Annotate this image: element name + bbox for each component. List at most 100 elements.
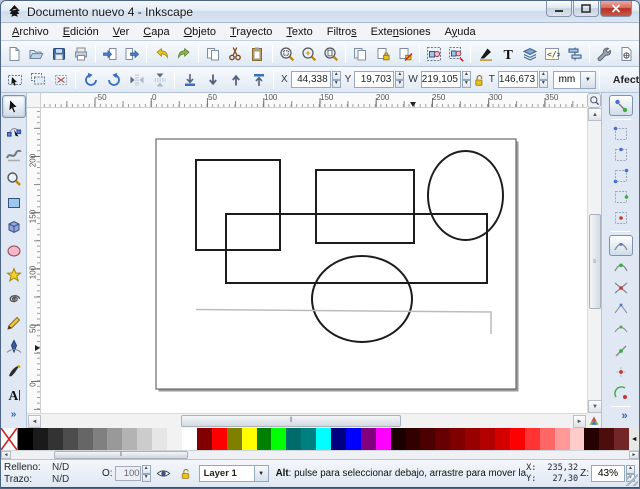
scroll-up-icon[interactable]: ▲ [588, 108, 602, 121]
toolbox-overflow-chevron[interactable]: » [11, 409, 17, 420]
snap-line-midpoints-button[interactable] [609, 340, 633, 361]
layer-lock-icon[interactable] [177, 465, 195, 483]
opacity-spinner[interactable]: ▲▼ [142, 465, 151, 482]
horizontal-ruler[interactable]: -50050100150200250300350 [41, 93, 587, 108]
ellipse-tool-button[interactable] [2, 239, 26, 262]
palette-swatch[interactable] [48, 428, 63, 450]
rotate-cw-button[interactable] [102, 69, 125, 91]
palette-swatch[interactable] [391, 428, 406, 450]
import-button[interactable] [99, 43, 121, 65]
menu-capa[interactable]: Capa [136, 25, 176, 39]
snap-object-centers-button[interactable] [609, 361, 633, 382]
palette-swatch[interactable] [376, 428, 391, 450]
menu-objeto[interactable]: Objeto [177, 25, 223, 39]
group-button[interactable] [423, 43, 445, 65]
sticky-zoom-icon[interactable] [587, 93, 601, 108]
palette-swatch[interactable] [33, 428, 48, 450]
palette-swatch[interactable] [122, 428, 137, 450]
fill-stroke-indicator[interactable]: Relleno:N/D Trazo:N/D [4, 462, 96, 486]
box3d-tool-button[interactable] [2, 215, 26, 238]
snap-smooth-nodes-button[interactable] [609, 319, 633, 340]
rotate-ccw-button[interactable] [79, 69, 102, 91]
rectangle-tool-button[interactable] [2, 191, 26, 214]
menu-texto[interactable]: Texto [279, 25, 319, 39]
menu-archivo[interactable]: Archivo [5, 25, 56, 39]
fill-stroke-dialog-button[interactable] [474, 43, 496, 65]
palette-swatch[interactable] [346, 428, 361, 450]
deselect-button[interactable] [49, 69, 72, 91]
maximize-button[interactable] [573, 1, 599, 17]
palette-swatch[interactable] [331, 428, 346, 450]
palette-swatch[interactable] [212, 428, 227, 450]
horizontal-scrollbar[interactable]: ◄ ⦀ ► [27, 413, 587, 428]
layer-visibility-eye-icon[interactable] [155, 465, 173, 483]
selector-tool-button[interactable] [2, 95, 26, 118]
y-input[interactable] [354, 71, 394, 88]
scroll-right-icon[interactable]: ► [573, 415, 586, 428]
node-tool-button[interactable] [2, 119, 26, 142]
export-button[interactable] [121, 43, 143, 65]
height-spinner[interactable]: ▲▼ [539, 71, 548, 88]
scroll-down-icon[interactable]: ▼ [588, 400, 602, 413]
palette-swatch[interactable] [167, 428, 182, 450]
snap-bbox-centers-button[interactable] [609, 207, 633, 228]
width-input[interactable] [421, 71, 461, 88]
print-button[interactable] [70, 43, 92, 65]
opacity-input[interactable] [115, 466, 141, 481]
snap-path-intersections-button[interactable] [609, 277, 633, 298]
flip-vertical-button[interactable] [148, 69, 171, 91]
vertical-scroll-thumb[interactable]: ≡ [589, 214, 601, 309]
menu-extensiones[interactable]: Extensiones [364, 25, 438, 39]
palette-scrollbar[interactable]: ◄ ⦀ ► [1, 450, 639, 459]
units-dropdown[interactable]: mm ▼ [553, 71, 596, 89]
palette-swatch[interactable] [242, 428, 257, 450]
palette-swatch[interactable] [450, 428, 465, 450]
lock-ratio-icon[interactable] [471, 70, 485, 90]
redo-button[interactable] [173, 43, 195, 65]
snap-nodes-toggle-button[interactable] [609, 235, 633, 256]
snap-bbox-button[interactable] [609, 123, 633, 144]
close-button[interactable] [600, 1, 632, 17]
palette-swatch[interactable] [182, 428, 197, 450]
raise-one-button[interactable] [224, 69, 247, 91]
palette-scroll-thumb[interactable]: ⦀ [54, 451, 188, 459]
undo-button[interactable] [150, 43, 172, 65]
snap-toggle-button[interactable] [609, 95, 633, 116]
snap-bbox-corners-button[interactable] [609, 165, 633, 186]
palette-swatch[interactable] [78, 428, 93, 450]
palette-swatch[interactable] [584, 428, 599, 450]
palette-swatch[interactable] [599, 428, 614, 450]
unlink-clone-button[interactable] [394, 43, 416, 65]
palette-swatch[interactable] [361, 428, 376, 450]
palette-swatch[interactable] [614, 428, 629, 450]
layer-selector[interactable]: Layer 1 ▼ [199, 465, 269, 482]
layer-dropdown-arrow-icon[interactable]: ▼ [255, 465, 269, 482]
vertical-scrollbar[interactable]: ▲ ≡ ▼ [587, 108, 601, 413]
palette-swatch[interactable] [107, 428, 122, 450]
palette-swatch[interactable] [137, 428, 152, 450]
palette-swatch[interactable] [257, 428, 272, 450]
width-spinner[interactable]: ▲▼ [462, 71, 471, 88]
cut-button[interactable] [224, 43, 246, 65]
palette-swatch[interactable] [480, 428, 495, 450]
palette-swatch[interactable] [465, 428, 480, 450]
menu-ver[interactable]: Ver [106, 25, 137, 39]
palette-swatch[interactable] [510, 428, 525, 450]
palette-swatch[interactable] [420, 428, 435, 450]
pencil-tool-button[interactable] [2, 311, 26, 334]
cms-toggle-icon[interactable] [587, 413, 601, 428]
zoom-tool-button[interactable] [2, 167, 26, 190]
layers-dialog-button[interactable] [519, 43, 541, 65]
ungroup-button[interactable] [445, 43, 467, 65]
flip-horizontal-button[interactable] [125, 69, 148, 91]
create-clone-button[interactable] [372, 43, 394, 65]
palette-scroll-right-icon[interactable]: ► [629, 451, 639, 459]
palette-swatch[interactable] [63, 428, 78, 450]
text-tool-button[interactable]: A [2, 383, 26, 406]
canvas[interactable] [41, 108, 587, 413]
palette-scroll-left-icon[interactable]: ◄ [1, 451, 11, 459]
snap-rotation-centers-button[interactable] [609, 382, 633, 403]
paste-button[interactable] [246, 43, 268, 65]
snap-bbox-edges-button[interactable] [609, 144, 633, 165]
units-dropdown-arrow-icon[interactable]: ▼ [581, 71, 596, 89]
